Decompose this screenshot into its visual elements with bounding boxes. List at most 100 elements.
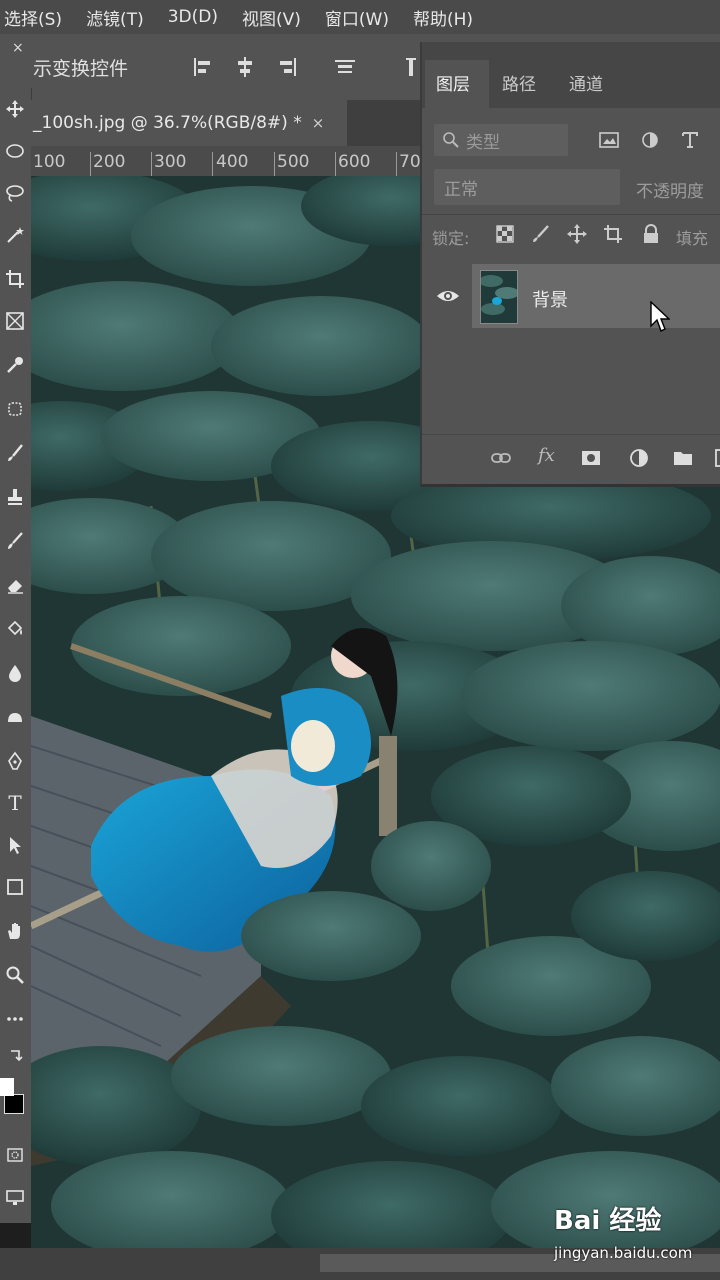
document-tab[interactable]: _100sh.jpg @ 36.7%(RGB/8#) * × bbox=[31, 100, 347, 146]
new-layer-icon[interactable] bbox=[712, 447, 720, 469]
layer-row-background[interactable]: 背景 bbox=[422, 260, 720, 332]
screen-mode[interactable] bbox=[0, 1182, 30, 1212]
layer-thumbnail bbox=[480, 270, 518, 324]
gradient-tool[interactable] bbox=[0, 614, 30, 644]
ruler-label: 600 bbox=[338, 152, 371, 172]
layer-filter-row: 类型 bbox=[422, 120, 720, 164]
hand-icon bbox=[8, 923, 20, 939]
healing-brush-icon bbox=[8, 402, 22, 416]
align-left-icon[interactable] bbox=[190, 54, 216, 80]
show-transform-controls-label[interactable]: 示变换控件 bbox=[33, 54, 128, 81]
lock-all-icon[interactable] bbox=[640, 223, 662, 245]
quick-mask[interactable] bbox=[0, 1140, 30, 1170]
frame-icon bbox=[6, 312, 24, 330]
filter-placeholder: 类型 bbox=[466, 132, 500, 153]
paint-bucket-icon bbox=[7, 620, 23, 636]
lock-row: 锁定: 填充 bbox=[422, 214, 720, 255]
zoom-tool[interactable] bbox=[0, 960, 30, 990]
eraser-tool[interactable] bbox=[0, 570, 30, 600]
background-color-swatch[interactable] bbox=[4, 1094, 24, 1114]
watermark-brand: Bai 经验 bbox=[554, 1206, 662, 1236]
menu-window[interactable]: 窗口(W) bbox=[320, 5, 394, 30]
pen-icon bbox=[8, 751, 22, 770]
type-tool[interactable]: T bbox=[0, 788, 30, 818]
align-right-icon[interactable] bbox=[274, 54, 300, 80]
tab-paths[interactable]: 路径 bbox=[502, 70, 536, 95]
tool-bar: T bbox=[0, 88, 32, 1223]
hand-tool[interactable] bbox=[0, 916, 30, 946]
menu-bar: 选择(S) 滤镜(T) 3D(D) 视图(V) 窗口(W) 帮助(H) bbox=[0, 0, 720, 34]
rectangle-icon bbox=[7, 879, 23, 895]
pen-tool[interactable] bbox=[0, 746, 30, 776]
align-center-icon[interactable] bbox=[232, 54, 258, 80]
mask-icon[interactable] bbox=[580, 447, 602, 469]
ellipsis-icon bbox=[7, 1017, 23, 1021]
ruler-label: 300 bbox=[154, 152, 187, 172]
ruler-tick bbox=[151, 152, 152, 176]
baidu-jingyan-watermark: Bai 经验 jingyan.baidu.com bbox=[554, 1200, 714, 1270]
history-brush-tool[interactable] bbox=[0, 526, 30, 556]
foreground-color-swatch[interactable] bbox=[0, 1078, 14, 1096]
tab-channels[interactable]: 通道 bbox=[569, 70, 603, 95]
arrow-icon bbox=[10, 837, 21, 854]
ruler-label: 200 bbox=[93, 152, 126, 172]
watermark-url: jingyan.baidu.com bbox=[554, 1244, 693, 1262]
clone-stamp-tool[interactable] bbox=[0, 482, 30, 512]
blur-tool[interactable] bbox=[0, 658, 30, 688]
lock-artboard-icon[interactable] bbox=[602, 223, 624, 245]
lock-image-pixels-icon[interactable] bbox=[530, 223, 552, 245]
shape-tool[interactable] bbox=[0, 872, 30, 902]
crop-tool[interactable] bbox=[0, 264, 30, 294]
history-brush-icon bbox=[8, 532, 23, 549]
dodge-tool[interactable] bbox=[0, 702, 30, 732]
move-tool[interactable] bbox=[0, 94, 30, 124]
blend-mode-select[interactable]: 正常 bbox=[434, 169, 620, 205]
screen-mode-icon bbox=[6, 1190, 24, 1205]
align-top-icon[interactable] bbox=[332, 54, 358, 80]
menu-help[interactable]: 帮助(H) bbox=[408, 5, 478, 30]
type-filter-icon[interactable] bbox=[680, 130, 700, 150]
eye-icon[interactable] bbox=[436, 284, 460, 308]
ruler-label: 500 bbox=[277, 152, 310, 172]
lasso-tool[interactable] bbox=[0, 178, 30, 208]
blur-drop-icon bbox=[9, 665, 21, 682]
frame-tool[interactable] bbox=[0, 306, 30, 336]
marquee-tool[interactable] bbox=[0, 136, 30, 166]
healing-tool[interactable] bbox=[0, 394, 30, 424]
color-swatches[interactable] bbox=[0, 1074, 30, 1114]
fx-icon[interactable]: fx bbox=[538, 445, 555, 466]
lasso-icon bbox=[6, 185, 24, 202]
crop-icon bbox=[6, 270, 24, 288]
ruler-tick bbox=[212, 152, 213, 176]
path-selection-tool[interactable] bbox=[0, 830, 30, 860]
adjustment-filter-icon[interactable] bbox=[640, 130, 660, 150]
pixel-filter-icon[interactable] bbox=[598, 130, 620, 150]
brush-tool[interactable] bbox=[0, 438, 30, 468]
ruler-tick bbox=[335, 152, 336, 176]
folder-icon[interactable] bbox=[672, 447, 694, 469]
fill-label: 填充 bbox=[676, 229, 709, 248]
dodge-icon bbox=[8, 713, 22, 722]
menu-view[interactable]: 视图(V) bbox=[237, 5, 306, 30]
eyedropper-tool[interactable] bbox=[0, 350, 30, 380]
ellipse-marquee-icon bbox=[6, 144, 24, 158]
lock-transparent-pixels-icon[interactable] bbox=[494, 223, 516, 245]
brush-icon bbox=[8, 444, 23, 461]
more-tools[interactable] bbox=[0, 1004, 30, 1034]
magic-wand-tool[interactable] bbox=[0, 220, 30, 250]
menu-filter[interactable]: 滤镜(T) bbox=[81, 5, 149, 30]
horizontal-ruler: 100 200 300 400 500 600 70 bbox=[31, 146, 423, 177]
layer-filter-select[interactable]: 类型 bbox=[434, 124, 568, 156]
ruler-label: 70 bbox=[399, 152, 421, 172]
lock-position-icon[interactable] bbox=[566, 223, 588, 245]
tab-layers[interactable]: 图层 bbox=[436, 70, 470, 95]
options-close-icon[interactable]: × bbox=[12, 40, 24, 56]
menu-3d[interactable]: 3D(D) bbox=[163, 7, 223, 27]
layer-name[interactable]: 背景 bbox=[532, 286, 568, 312]
swap-colors[interactable] bbox=[0, 1042, 30, 1072]
document-close-icon[interactable]: × bbox=[312, 114, 325, 132]
adjustment-icon[interactable] bbox=[628, 447, 650, 469]
magnifier-icon bbox=[6, 966, 24, 984]
menu-select[interactable]: 选择(S) bbox=[0, 5, 67, 30]
link-icon[interactable] bbox=[490, 447, 512, 469]
